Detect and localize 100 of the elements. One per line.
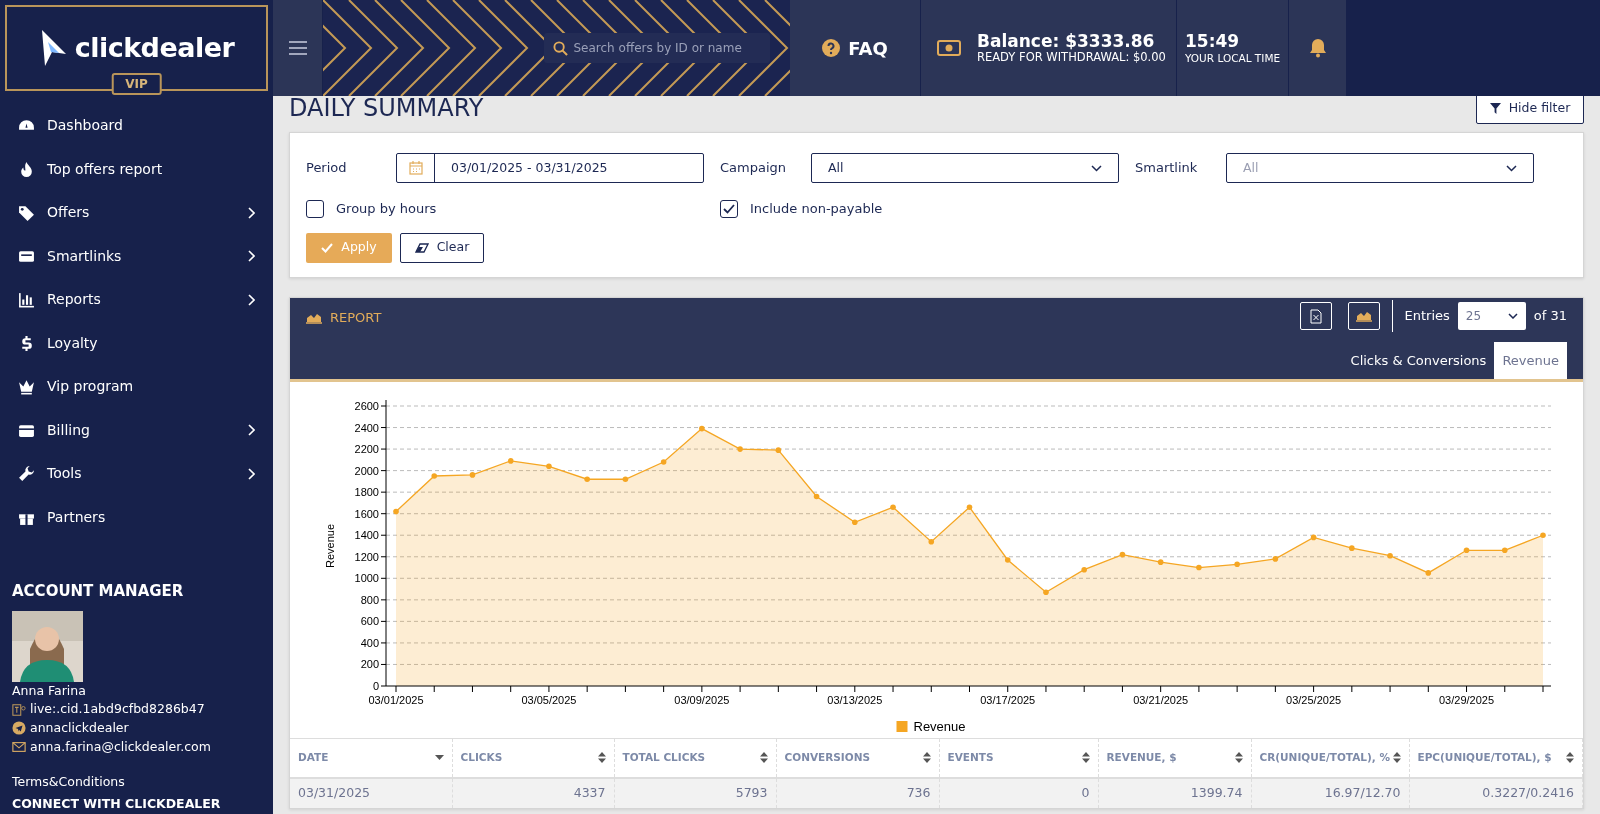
x-tick-label: 03/25/2025 (1286, 694, 1342, 706)
date-range-field[interactable]: 03/01/2025 - 03/31/2025 (396, 153, 704, 183)
table-cell: 736 (776, 777, 939, 808)
spreadsheet-icon (1309, 308, 1322, 324)
select-field[interactable]: All (811, 153, 1119, 183)
y-tick-label: 1400 (354, 529, 379, 542)
y-tick-label: 1200 (354, 550, 379, 563)
data-point (1043, 589, 1049, 596)
tag-icon (18, 204, 35, 222)
x-tick-label: 03/21/2025 (1133, 694, 1189, 706)
data-point (1157, 559, 1164, 565)
data-point (507, 458, 514, 464)
checkbox-label: Include non-payable (750, 200, 883, 218)
area-chart-icon (306, 311, 322, 324)
bar-chart-icon (18, 291, 35, 309)
y-tick-label: 0 (372, 680, 379, 692)
table-cell: 1399.74 (1098, 777, 1251, 808)
x-tick-label: 03/13/2025 (827, 694, 883, 706)
column-header[interactable]: REVENUE, $ (1098, 738, 1251, 778)
hide-filter-button[interactable]: Hide filter (1476, 96, 1584, 124)
data-point (393, 508, 399, 515)
y-tick-label: 2200 (354, 443, 379, 456)
section-title: ACCOUNT MANAGER (12, 581, 185, 602)
data-point (737, 446, 743, 452)
x-tick-label: 03/05/2025 (521, 694, 577, 706)
menu-icon[interactable] (288, 41, 307, 55)
excel-export-button[interactable] (1299, 302, 1332, 330)
contact-text: annaclickdealer (30, 719, 129, 737)
data-point (1234, 561, 1240, 568)
manager-name: Anna Farina (12, 681, 87, 700)
table-cell: 03/31/2025 (290, 777, 452, 808)
sidebar-item[interactable]: Smartlinks (0, 234, 273, 278)
crown-icon (18, 378, 35, 396)
sidebar-item[interactable]: Vip program (0, 365, 273, 409)
y-tick-label: 600 (360, 615, 379, 628)
chart-tab[interactable]: Revenue (1494, 341, 1567, 379)
data-point (1425, 570, 1432, 576)
entries-label: Entries (1404, 307, 1450, 326)
clear-button[interactable]: Clear (400, 232, 484, 263)
x-tick-label: 03/01/2025 (368, 694, 424, 706)
caret-icon (1507, 313, 1518, 319)
sidebar-item[interactable]: Reports (0, 278, 273, 322)
checkbox-label: Group by hours (336, 200, 437, 218)
sidebar-item[interactable]: Partners (0, 495, 273, 539)
time-label: YOUR LOCAL TIME (1185, 51, 1281, 64)
table-cell: 0.3227/0.2416 (1409, 777, 1583, 808)
sidebar-item[interactable]: Tools (0, 452, 273, 496)
sidebar-item[interactable]: Billing (0, 408, 273, 452)
data-point (1272, 556, 1279, 562)
data-point (890, 504, 896, 511)
data-point (584, 476, 590, 483)
faq-link[interactable]: FAQ (790, 0, 921, 96)
envelope-icon (12, 740, 26, 755)
checkbox[interactable] (306, 199, 324, 218)
field-label: Campaign (720, 159, 788, 178)
y-tick-label: 800 (360, 593, 379, 606)
sidebar-item[interactable]: Offers (0, 191, 273, 235)
chart-tab[interactable]: Clicks & Conversions (1342, 341, 1495, 379)
column-header[interactable]: CR(UNIQUE/TOTAL), % (1251, 738, 1409, 778)
data-point (1349, 545, 1355, 551)
flame-icon (18, 160, 35, 178)
contact-text: anna.farina@clickdealer.com (30, 737, 211, 756)
data-point (1196, 564, 1202, 571)
entries-total: of 31 (1533, 307, 1567, 326)
data-point (1540, 532, 1546, 539)
data-point (852, 519, 858, 526)
data-point (1004, 557, 1011, 563)
data-point (775, 447, 782, 453)
terms-link[interactable]: Terms&Conditions (12, 772, 261, 792)
bell-icon[interactable] (1308, 38, 1327, 58)
help-icon (822, 39, 841, 57)
entries-select[interactable]: 25 (1457, 302, 1526, 330)
eraser-icon (414, 242, 429, 253)
data-point (1387, 552, 1393, 559)
data-point (660, 459, 667, 465)
field-label: Smartlink (1135, 159, 1199, 178)
checkbox[interactable] (720, 199, 738, 218)
table-cell: 0 (939, 777, 1098, 808)
y-axis-title: Revenue (324, 524, 336, 568)
data-point (813, 493, 820, 500)
y-tick-label: 2600 (354, 400, 379, 412)
y-tick-label: 200 (360, 658, 379, 671)
caret-icon (1091, 164, 1102, 172)
field-label: Period (306, 159, 348, 178)
table-cell: 4337 (452, 777, 614, 808)
report-title: REPORT (330, 309, 382, 327)
search-field[interactable]: Search offers by ID or name (543, 33, 770, 63)
sidebar-item[interactable]: Loyalty (0, 321, 273, 365)
y-tick-label: 400 (360, 636, 379, 649)
area-chart-icon (1355, 310, 1372, 322)
legend-label: Revenue (913, 719, 966, 734)
x-tick-label: 03/17/2025 (980, 694, 1036, 706)
y-tick-label: 1000 (354, 572, 379, 585)
brand-name: clickdealer (74, 30, 235, 65)
sidebar-item[interactable]: Dashboard (0, 104, 273, 148)
y-tick-label: 1600 (354, 507, 379, 520)
contact-text: live:.cid.1abd9cfbd8286b47 (30, 700, 205, 719)
chart-toggle-button[interactable] (1347, 302, 1380, 330)
sidebar-item[interactable]: Top offers report (0, 147, 273, 191)
column-header[interactable]: EPC(UNIQUE/TOTAL), $ (1409, 738, 1583, 778)
